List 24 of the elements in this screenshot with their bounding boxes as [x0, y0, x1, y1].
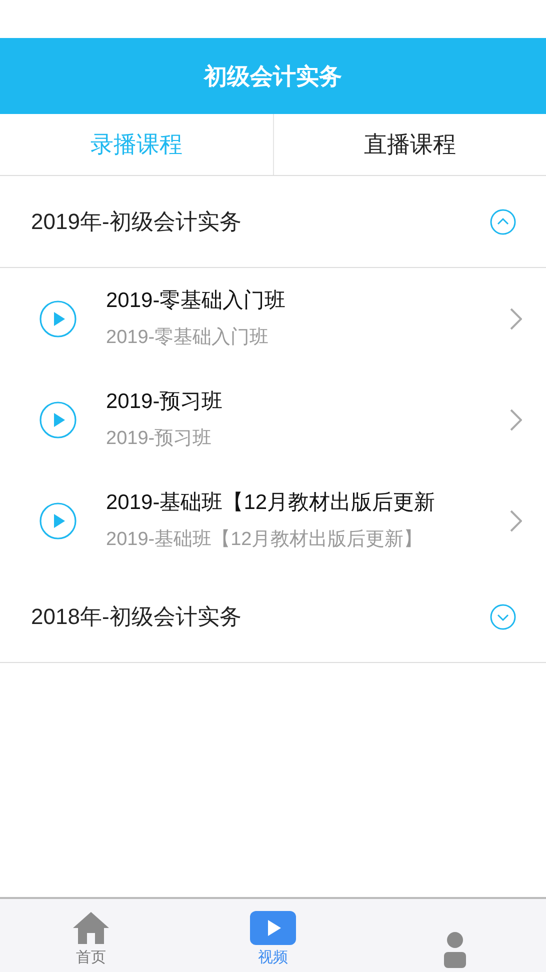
- course-title: 2019-基础班【12月教材出版后更新: [106, 490, 436, 516]
- chevron-right-icon: [510, 308, 522, 330]
- course-subtitle: 2019-预习班: [106, 427, 213, 451]
- play-icon: [250, 910, 296, 944]
- home-icon: [72, 910, 110, 944]
- chevron-right-icon: [510, 408, 522, 430]
- play-circle-icon: [39, 502, 77, 540]
- course-title: 2019-零基础入门班: [106, 288, 287, 314]
- section-title: 2018年-初级会计实务: [31, 603, 242, 631]
- section-title: 2019年-初级会计实务: [31, 208, 242, 236]
- course-item[interactable]: 2019-基础班【12月教材出版后更新 2019-基础班【12月教材出版后更新】: [0, 470, 546, 571]
- chevron-up-icon[interactable]: [490, 208, 516, 234]
- chevron-right-icon: [510, 510, 522, 532]
- course-title: 2019-预习班: [106, 388, 224, 414]
- header-title: 初级会计实务: [204, 62, 342, 91]
- course-subtitle: 2019-零基础入门班: [106, 326, 270, 350]
- play-circle-icon: [39, 400, 77, 438]
- course-subtitle: 2019-基础班【12月教材出版后更新】: [106, 528, 424, 552]
- nav-tab[interactable]: 首页: [0, 899, 182, 972]
- chevron-down-icon[interactable]: [490, 604, 516, 630]
- tab[interactable]: 直播课程: [272, 114, 546, 175]
- course-item[interactable]: 2019-零基础入门班 2019-零基础入门班: [0, 268, 546, 369]
- play-circle-icon: [39, 300, 77, 338]
- course-item[interactable]: 2019-预习班 2019-预习班: [0, 369, 546, 470]
